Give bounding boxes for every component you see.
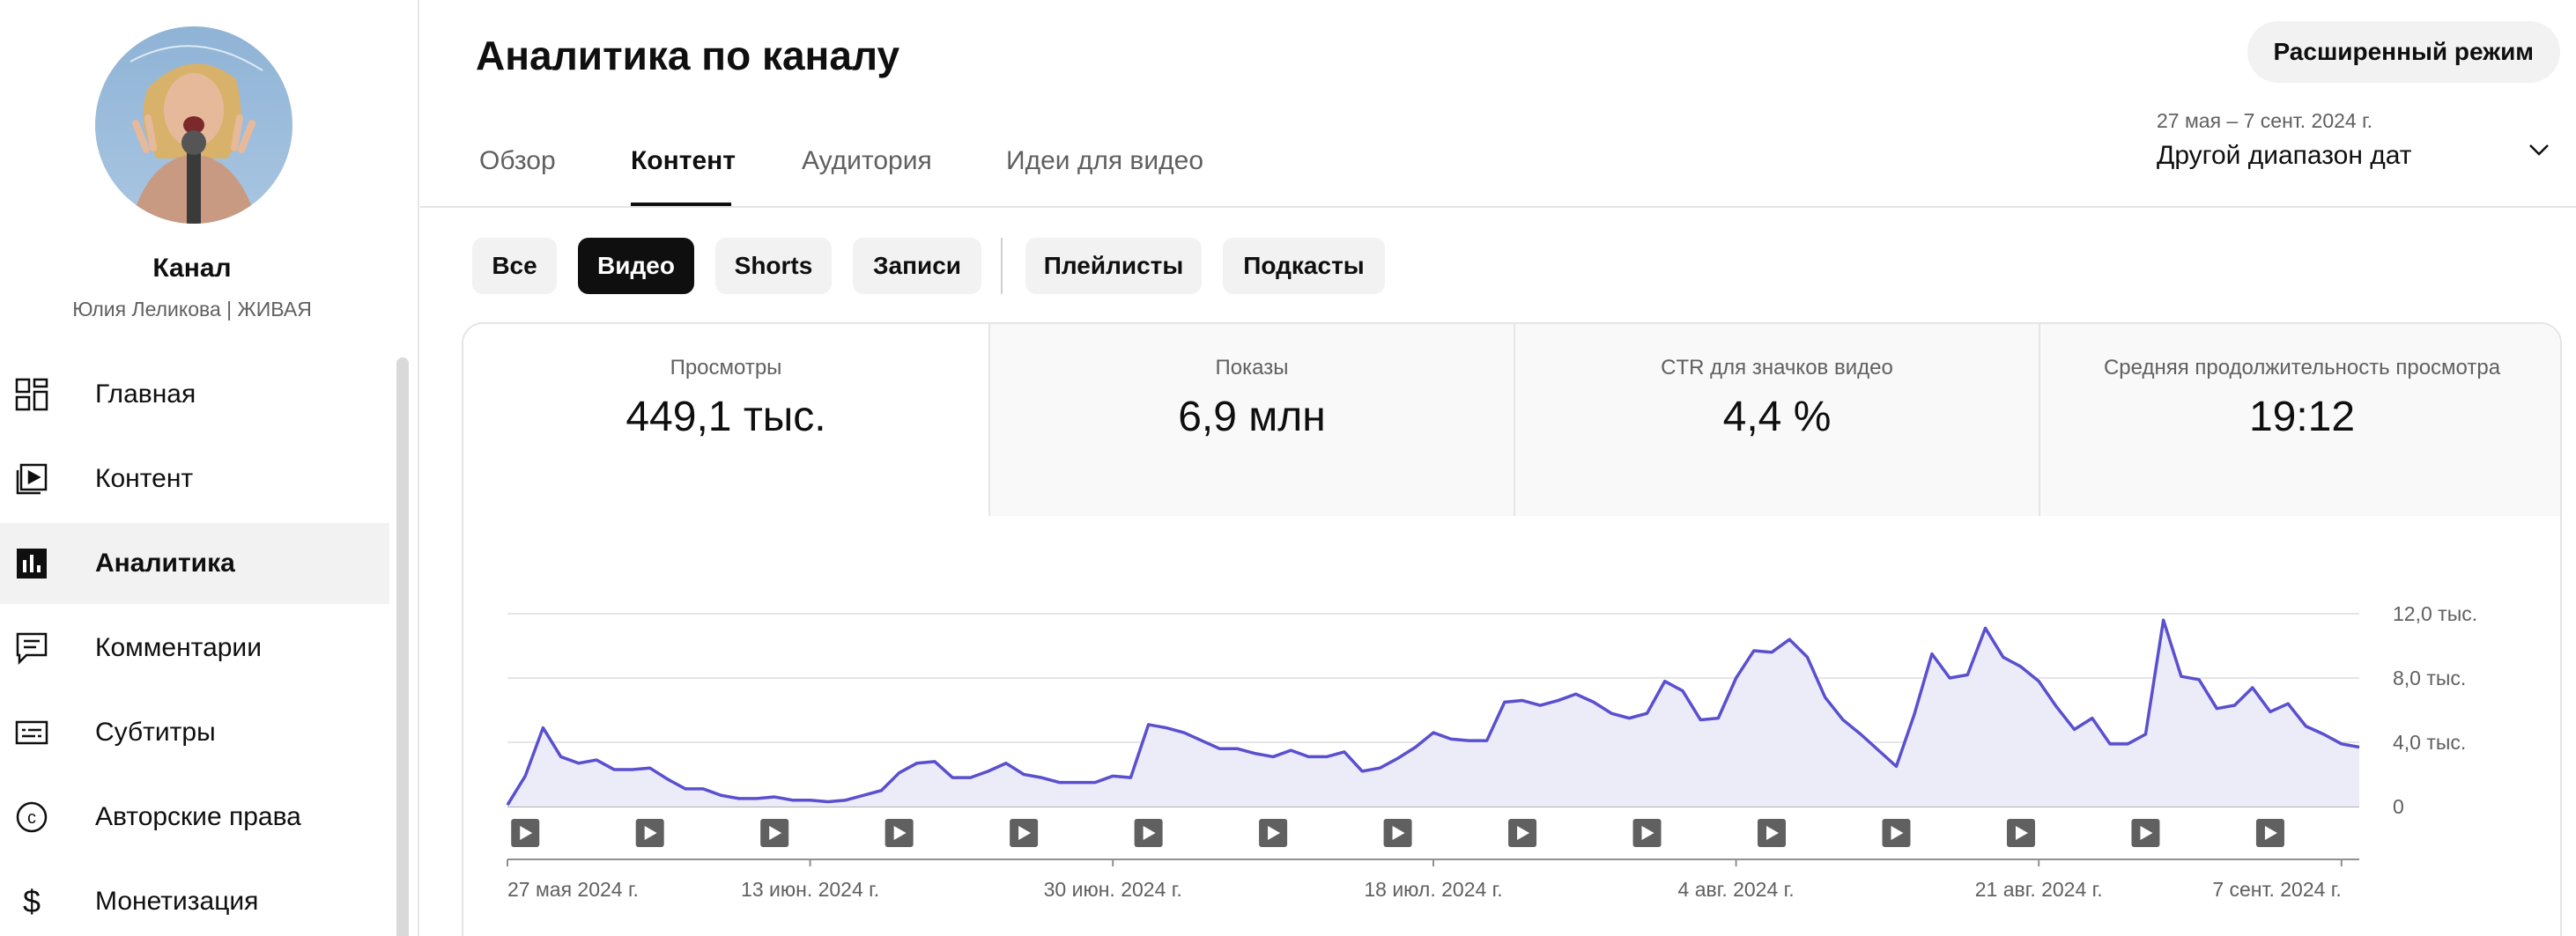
sidebar-item-label: Комментарии bbox=[95, 633, 262, 662]
page-title: Аналитика по каналу bbox=[476, 33, 900, 78]
chevron-down-icon[interactable] bbox=[2523, 134, 2555, 166]
svg-text:$: $ bbox=[23, 884, 41, 919]
svg-text:c: c bbox=[27, 808, 36, 828]
sidebar-item-label: Контент bbox=[95, 464, 194, 493]
sidebar-item-comments[interactable]: Комментарии bbox=[0, 608, 389, 689]
chip-playlists[interactable]: Плейлисты bbox=[1025, 238, 1202, 294]
sidebar-item-subtitles[interactable]: Субтитры bbox=[0, 692, 389, 773]
chip-podcasts[interactable]: Подкасты bbox=[1223, 238, 1385, 294]
tab-audience[interactable]: Аудитория bbox=[802, 146, 932, 176]
monetization-icon: $ bbox=[12, 882, 51, 921]
sidebar-item-content[interactable]: Контент bbox=[0, 439, 389, 520]
sidebar-item-copyright[interactable]: c Авторские права bbox=[0, 777, 389, 858]
date-range-selector[interactable]: 27 мая – 7 сент. 2024 г. Другой диапазон… bbox=[2157, 109, 2562, 188]
sidebar-item-label: Главная bbox=[95, 380, 196, 409]
channel-title: Канал bbox=[152, 254, 232, 283]
y-tick-label: 0 bbox=[2393, 795, 2404, 818]
x-tick-label: 18 июл. 2024 г. bbox=[1364, 878, 1502, 901]
views-area bbox=[507, 620, 2359, 807]
sidebar-item-label: Авторские права bbox=[95, 802, 301, 831]
sidebar-item-label: Субтитры bbox=[95, 718, 216, 747]
sidebar-scrollbar[interactable] bbox=[396, 357, 409, 936]
comments-icon bbox=[12, 629, 51, 667]
subtitles-icon bbox=[12, 713, 51, 752]
y-tick-label: 12,0 тыс. bbox=[2393, 602, 2477, 625]
chip-all[interactable]: Все bbox=[472, 238, 557, 294]
y-tick-label: 4,0 тыс. bbox=[2393, 731, 2466, 754]
sidebar-item-label: Монетизация bbox=[95, 887, 259, 916]
x-tick-label: 30 июн. 2024 г. bbox=[1044, 878, 1182, 901]
x-tick-label: 21 авг. 2024 г. bbox=[1975, 878, 2103, 901]
content-icon bbox=[12, 460, 51, 498]
chip-posts[interactable]: Записи bbox=[853, 238, 981, 294]
x-tick-label: 4 авг. 2024 г. bbox=[1678, 878, 1795, 901]
x-tick-label: 7 сент. 2024 г. bbox=[2212, 878, 2341, 901]
y-tick-label: 8,0 тыс. bbox=[2393, 667, 2466, 689]
analytics-icon bbox=[12, 544, 51, 583]
date-range-subtitle: 27 мая – 7 сент. 2024 г. bbox=[2157, 109, 2373, 132]
sidebar-item-home[interactable]: Главная bbox=[0, 354, 389, 435]
sidebar: Канал Юлия Леликова | ЖИВАЯ Главная Конт… bbox=[0, 0, 419, 936]
advanced-mode-button[interactable]: Расширенный режим bbox=[2247, 21, 2560, 83]
header-divider bbox=[420, 206, 2576, 208]
tab-overview[interactable]: Обзор bbox=[479, 146, 556, 176]
analytics-card: Просмотры 449,1 тыс. Показы 6,9 млн CTR … bbox=[462, 322, 2562, 936]
views-chart: 12,0 тыс. 8,0 тыс. 4,0 тыс. 0 27 мая 2024 г.… bbox=[506, 602, 2477, 901]
channel-name: Юлия Леликова | ЖИВАЯ bbox=[72, 298, 312, 321]
tab-content[interactable]: Контент bbox=[631, 146, 736, 176]
tab-video-ideas[interactable]: Идеи для видео bbox=[1006, 146, 1203, 176]
x-tick-label: 13 июн. 2024 г. bbox=[741, 878, 879, 901]
sidebar-item-label: Аналитика bbox=[95, 549, 235, 578]
x-tick-label: 27 мая 2024 г. bbox=[507, 878, 639, 901]
date-range-label: Другой диапазон дат bbox=[2157, 141, 2412, 170]
dashboard-icon bbox=[12, 375, 51, 414]
sidebar-item-monetization[interactable]: $ Монетизация bbox=[0, 861, 389, 936]
chip-video[interactable]: Видео bbox=[578, 238, 694, 294]
avatar[interactable] bbox=[95, 26, 292, 224]
chip-shorts[interactable]: Shorts bbox=[715, 238, 832, 294]
chip-divider bbox=[1001, 238, 1003, 294]
copyright-icon: c bbox=[12, 798, 51, 837]
sidebar-item-analytics[interactable]: Аналитика bbox=[0, 523, 389, 604]
